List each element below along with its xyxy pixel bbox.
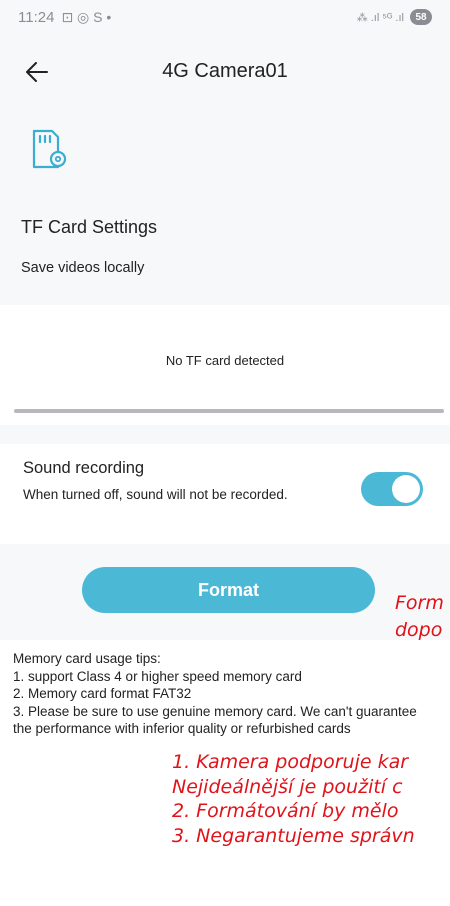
sound-recording-description: When turned off, sound will not be recor… <box>23 487 288 502</box>
tips-annotation-line: 3. Negarantujeme správn <box>172 824 415 847</box>
tip-item: 1. support Class 4 or higher speed memor… <box>13 668 302 684</box>
page-title: 4G Camera01 <box>162 60 288 82</box>
tips-heading: Memory card usage tips: <box>13 651 161 666</box>
tips-annotation: 1. Kamera podporuje kar Nejideálnější je… <box>172 750 450 848</box>
tf-card-status-panel: No TF card detected <box>0 305 450 425</box>
format-button[interactable]: Format <box>82 567 375 613</box>
sound-recording-panel: Sound recording When turned off, sound w… <box>0 444 450 544</box>
tips-annotation-line: 1. Kamera podporuje kar <box>172 751 409 773</box>
save-videos-locally-label: Save videos locally <box>21 260 145 276</box>
format-annotation-line: Form <box>395 592 444 614</box>
tips-annotation-line: 2. Formátování by mělo <box>172 800 399 822</box>
signal-icons: ⁂ .ıl ⁵ᴳ .ıl <box>356 11 404 24</box>
toggle-knob <box>392 475 420 503</box>
tip-item: 2. Memory card format FAT32 <box>13 686 192 701</box>
tips-annotation-line: Nejideálnější je použití c <box>172 775 403 798</box>
sound-recording-title: Sound recording <box>23 459 145 477</box>
tip-item: 3. Please be sure to use genuine memory … <box>13 703 417 737</box>
status-right: ⁂ .ıl ⁵ᴳ .ıl 58 <box>357 9 432 25</box>
sound-recording-toggle[interactable] <box>361 472 423 506</box>
format-annotation: Form dopo <box>395 590 450 644</box>
notification-icons: ⊡ ◎ S • <box>61 8 112 25</box>
status-bar: 11:24 ⊡ ◎ S • ⁂ .ıl ⁵ᴳ .ıl 58 <box>0 0 450 34</box>
status-time: 11:24 <box>18 8 55 26</box>
memory-card-tips: Memory card usage tips: 1. support Class… <box>13 650 438 738</box>
tf-card-status-message: No TF card detected <box>165 353 285 368</box>
sd-card-icon <box>22 125 72 175</box>
status-left: 11:24 ⊡ ◎ S • <box>18 9 111 26</box>
app-header: 4G Camera01 <box>0 50 450 94</box>
battery-icon: 58 <box>410 9 432 25</box>
storage-bar <box>14 409 444 413</box>
tf-card-settings-title: TF Card Settings <box>21 217 158 237</box>
